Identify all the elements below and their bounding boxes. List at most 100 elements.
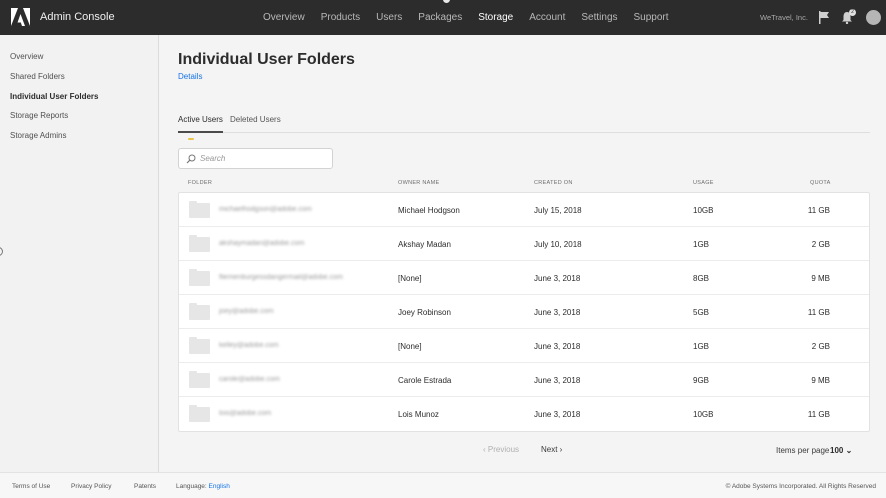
quota-value: 2 GB: [811, 240, 830, 249]
owner-name: Michael Hodgson: [398, 206, 460, 215]
avatar[interactable]: [866, 10, 881, 25]
folder-name: michaelhodgson@adobe.com: [219, 206, 312, 213]
terms-link[interactable]: Terms of Use: [12, 483, 50, 490]
tab-deleted-users[interactable]: Deleted Users: [230, 115, 281, 133]
items-per-page-select[interactable]: 100 ⌄: [830, 446, 852, 455]
nav-settings[interactable]: Settings: [581, 12, 617, 23]
notification-badge: 2: [849, 9, 856, 16]
items-per-page-value: 100: [830, 446, 844, 455]
language-selector[interactable]: Language: English: [176, 483, 230, 490]
table-row[interactable]: kelley@adobe.com [None] June 3, 2018 1GB…: [179, 329, 869, 363]
owner-name: Carole Estrada: [398, 376, 452, 385]
org-switcher[interactable]: WeTravel, Inc.: [760, 13, 808, 22]
page-title: Individual User Folders: [178, 51, 355, 68]
folder-icon: [189, 405, 210, 422]
previous-label: Previous: [487, 445, 520, 454]
created-date: June 3, 2018: [534, 376, 581, 385]
folder-icon: [189, 269, 210, 286]
privacy-link[interactable]: Privacy Policy: [71, 483, 111, 490]
nav-users[interactable]: Users: [376, 12, 402, 23]
table-row[interactable]: fliemenburgessdangermail@adobe.com [None…: [179, 261, 869, 295]
table-row[interactable]: carole@adobe.com Carole Estrada June 3, …: [179, 363, 869, 397]
nav-account[interactable]: Account: [529, 12, 565, 23]
main-nav: Overview Products Users Packages Storage…: [255, 0, 677, 35]
chevron-down-icon: ⌄: [843, 446, 853, 455]
nav-packages[interactable]: Packages: [418, 12, 462, 23]
main-content: Individual User Folders Details Active U…: [160, 35, 886, 472]
details-link[interactable]: Details: [178, 72, 202, 81]
search-icon: [186, 154, 196, 164]
created-date: July 10, 2018: [534, 240, 582, 249]
quota-value: 11 GB: [807, 308, 830, 317]
table-row[interactable]: michaelhodgson@adobe.com Michael Hodgson…: [179, 193, 869, 227]
app-title[interactable]: Admin Console: [40, 11, 115, 23]
folder-name: carole@adobe.com: [219, 376, 280, 383]
language-value[interactable]: English: [209, 483, 230, 490]
footer: Terms of Use Privacy Policy Patents Lang…: [0, 472, 886, 498]
nav-overview[interactable]: Overview: [263, 12, 305, 23]
usage-value: 1GB: [693, 240, 710, 249]
previous-page-button[interactable]: ‹ Previous: [483, 445, 519, 454]
usage-value: 8GB: [693, 274, 710, 283]
folder-icon: [189, 371, 210, 388]
sidebar-item-individual-user-folders[interactable]: Individual User Folders: [10, 92, 98, 101]
search-box[interactable]: [178, 148, 333, 169]
folder-icon: [189, 235, 210, 252]
tab-active-users[interactable]: Active Users: [178, 115, 223, 133]
column-header-created-on[interactable]: CREATED ON: [534, 180, 573, 186]
top-navigation-bar: Admin Console Overview Products Users Pa…: [0, 0, 886, 35]
usage-value: 1GB: [693, 342, 710, 351]
nav-products[interactable]: Products: [321, 12, 360, 23]
language-label: Language:: [176, 483, 207, 490]
usage-value: 5GB: [693, 308, 710, 317]
usage-value: 10GB: [693, 206, 714, 215]
table-row[interactable]: joey@adobe.com Joey Robinson June 3, 201…: [179, 295, 869, 329]
sidebar-item-storage-reports[interactable]: Storage Reports: [10, 111, 68, 120]
column-header-quota[interactable]: QUOTA: [810, 180, 831, 186]
column-header-owner-name[interactable]: OWNER NAME: [398, 180, 440, 186]
folders-table: michaelhodgson@adobe.com Michael Hodgson…: [178, 192, 870, 432]
quota-value: 2 GB: [811, 342, 830, 351]
nav-storage[interactable]: Storage: [478, 12, 513, 23]
created-date: July 15, 2018: [534, 206, 582, 215]
column-header-usage[interactable]: USAGE: [693, 180, 714, 186]
adobe-logo-icon[interactable]: [11, 8, 30, 26]
next-label: Next: [541, 445, 558, 454]
sidebar: Overview Shared Folders Individual User …: [0, 35, 159, 472]
table-row[interactable]: akshaymadan@adobe.com Akshay Madan July …: [179, 227, 869, 261]
column-header-folder[interactable]: FOLDER: [188, 180, 212, 186]
tab-indicator-mark: [188, 138, 194, 140]
table-row[interactable]: lois@adobe.com Lois Munoz June 3, 2018 1…: [179, 397, 869, 431]
owner-name: Lois Munoz: [398, 410, 439, 419]
quota-value: 11 GB: [807, 410, 830, 419]
folder-name: lois@adobe.com: [219, 410, 272, 417]
folder-icon: [189, 303, 210, 320]
folder-name: kelley@adobe.com: [219, 342, 279, 349]
folder-name: joey@adobe.com: [219, 308, 274, 315]
patents-link[interactable]: Patents: [134, 483, 156, 490]
folder-icon: [189, 337, 210, 354]
owner-name: [None]: [398, 274, 422, 283]
created-date: June 3, 2018: [534, 274, 581, 283]
tab-bar: Active Users Deleted Users: [178, 115, 870, 133]
nav-support[interactable]: Support: [634, 12, 669, 23]
items-per-page-label: Items per page: [776, 446, 830, 455]
folder-name: fliemenburgessdangermail@adobe.com: [219, 274, 343, 281]
search-input[interactable]: [200, 151, 328, 166]
owner-name: Akshay Madan: [398, 240, 451, 249]
created-date: June 3, 2018: [534, 410, 581, 419]
quota-value: 9 MB: [811, 274, 830, 283]
folder-icon: [189, 201, 210, 218]
owner-name: Joey Robinson: [398, 308, 451, 317]
sidebar-item-overview[interactable]: Overview: [10, 52, 43, 61]
created-date: June 3, 2018: [534, 308, 581, 317]
folder-name: akshaymadan@adobe.com: [219, 240, 305, 247]
sidebar-item-storage-admins[interactable]: Storage Admins: [10, 131, 66, 140]
flag-icon[interactable]: [818, 11, 830, 24]
usage-value: 10GB: [693, 410, 714, 419]
created-date: June 3, 2018: [534, 342, 581, 351]
quota-value: 9 MB: [811, 376, 830, 385]
chevron-right-icon: ›: [557, 445, 563, 454]
sidebar-item-shared-folders[interactable]: Shared Folders: [10, 72, 65, 81]
next-page-button[interactable]: Next ›: [541, 445, 562, 454]
